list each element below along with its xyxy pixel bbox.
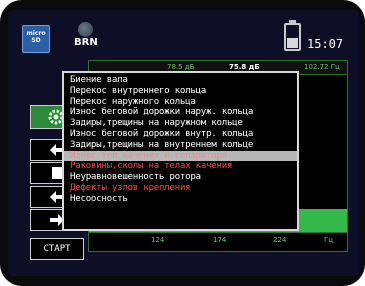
menu-item[interactable]: Несоосность bbox=[70, 193, 297, 205]
brand-label: BRN bbox=[74, 37, 98, 48]
x-tick: 174 bbox=[213, 236, 227, 244]
globe-icon bbox=[78, 22, 93, 37]
sd-label-line1: micro bbox=[26, 30, 46, 37]
defect-menu-list: Биение вала Перекос внутреннего кольца Пер… bbox=[64, 73, 297, 205]
start-button[interactable]: СТАРТ bbox=[30, 238, 84, 260]
defect-menu: Биение вала Перекос внутреннего кольца Пер… bbox=[62, 71, 299, 231]
x-tick: 224 bbox=[273, 236, 287, 244]
clock: 15:07 bbox=[307, 37, 344, 51]
x-unit: Гц bbox=[324, 236, 334, 244]
menu-item[interactable]: Задиры,трещины на внутреннем кольце bbox=[70, 139, 297, 151]
brand-logo: BRN bbox=[70, 22, 102, 54]
menu-item[interactable]: Перекос внутреннего кольца bbox=[70, 85, 297, 97]
sd-label-line2: SD bbox=[31, 37, 41, 44]
x-tick: 124 bbox=[151, 236, 165, 244]
battery-level bbox=[287, 38, 298, 48]
chart-value-b: 75.8 дБ bbox=[229, 63, 260, 71]
x-axis: 124 174 224 Гц bbox=[89, 232, 347, 251]
chart-value-a: 78.5 дБ bbox=[167, 63, 195, 71]
chart-value-c: 102.72 Гц bbox=[304, 63, 340, 71]
battery-icon bbox=[284, 20, 301, 51]
microsd-icon: micro SD bbox=[22, 25, 50, 53]
